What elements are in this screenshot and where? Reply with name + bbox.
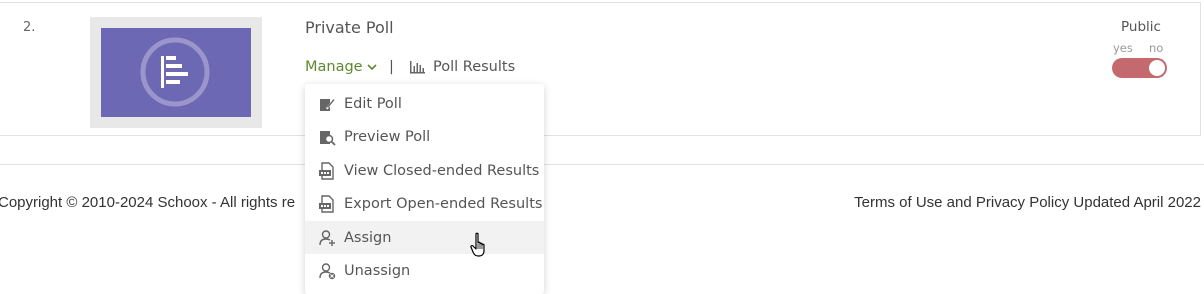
copyright-text: Copyright © 2010-2024 Schoox - All right… bbox=[0, 194, 296, 211]
poll-title[interactable]: Private Poll bbox=[305, 18, 394, 37]
menu-item-preview-poll[interactable]: Preview Poll bbox=[305, 120, 544, 153]
public-toggle[interactable] bbox=[1112, 58, 1167, 78]
toggle-no-label: no bbox=[1149, 41, 1164, 55]
hand-pointer-cursor-icon bbox=[470, 232, 485, 257]
menu-item-label: Edit Poll bbox=[344, 95, 402, 112]
user-remove-icon bbox=[319, 262, 336, 279]
menu-item-label: Export Open-ended Results bbox=[344, 195, 543, 212]
thumbnail-image bbox=[101, 28, 251, 117]
menu-item-label: Preview Poll bbox=[344, 128, 431, 145]
chevron-down-icon bbox=[367, 64, 377, 71]
menu-item-view-closed-ended-results[interactable]: View Closed-ended Results bbox=[305, 154, 544, 187]
menu-item-assign[interactable]: Assign bbox=[305, 221, 544, 254]
menu-item-export-open-ended-results[interactable]: Export Open-ended Results bbox=[305, 187, 544, 220]
manage-label: Manage bbox=[305, 59, 363, 75]
link-separator: | bbox=[389, 59, 394, 75]
menu-item-label: View Closed-ended Results bbox=[344, 162, 540, 179]
edit-icon bbox=[320, 97, 336, 111]
poll-results-label: Poll Results bbox=[433, 59, 516, 75]
pdf-file-icon bbox=[319, 161, 334, 180]
manage-dropdown-menu: Edit Poll Preview Poll View Closed-ended… bbox=[305, 84, 544, 294]
toggle-knob bbox=[1149, 60, 1165, 76]
menu-item-edit-poll[interactable]: Edit Poll bbox=[305, 87, 544, 120]
bar-chart-circle-icon bbox=[140, 37, 210, 107]
menu-item-unassign[interactable]: Unassign bbox=[305, 254, 544, 287]
toggle-yes-label: yes bbox=[1113, 41, 1133, 55]
terms-link[interactable]: Terms of Use and Privacy Policy Updated … bbox=[854, 194, 1201, 211]
bar-chart-icon bbox=[410, 61, 425, 74]
menu-item-label: Unassign bbox=[344, 262, 411, 279]
menu-item-label: Assign bbox=[344, 229, 392, 246]
csv-file-icon bbox=[319, 194, 334, 213]
public-label: Public bbox=[1121, 19, 1161, 35]
manage-dropdown-toggle[interactable]: Manage bbox=[305, 59, 377, 75]
preview-icon bbox=[320, 130, 336, 146]
footer-divider bbox=[0, 164, 1204, 165]
poll-thumbnail[interactable] bbox=[90, 17, 262, 128]
row-number: 2. bbox=[23, 20, 36, 35]
poll-row: 2. Private Poll Manage | Poll Results Pu… bbox=[0, 2, 1201, 136]
user-add-icon bbox=[319, 229, 335, 246]
poll-results-link[interactable]: Poll Results bbox=[409, 59, 515, 75]
